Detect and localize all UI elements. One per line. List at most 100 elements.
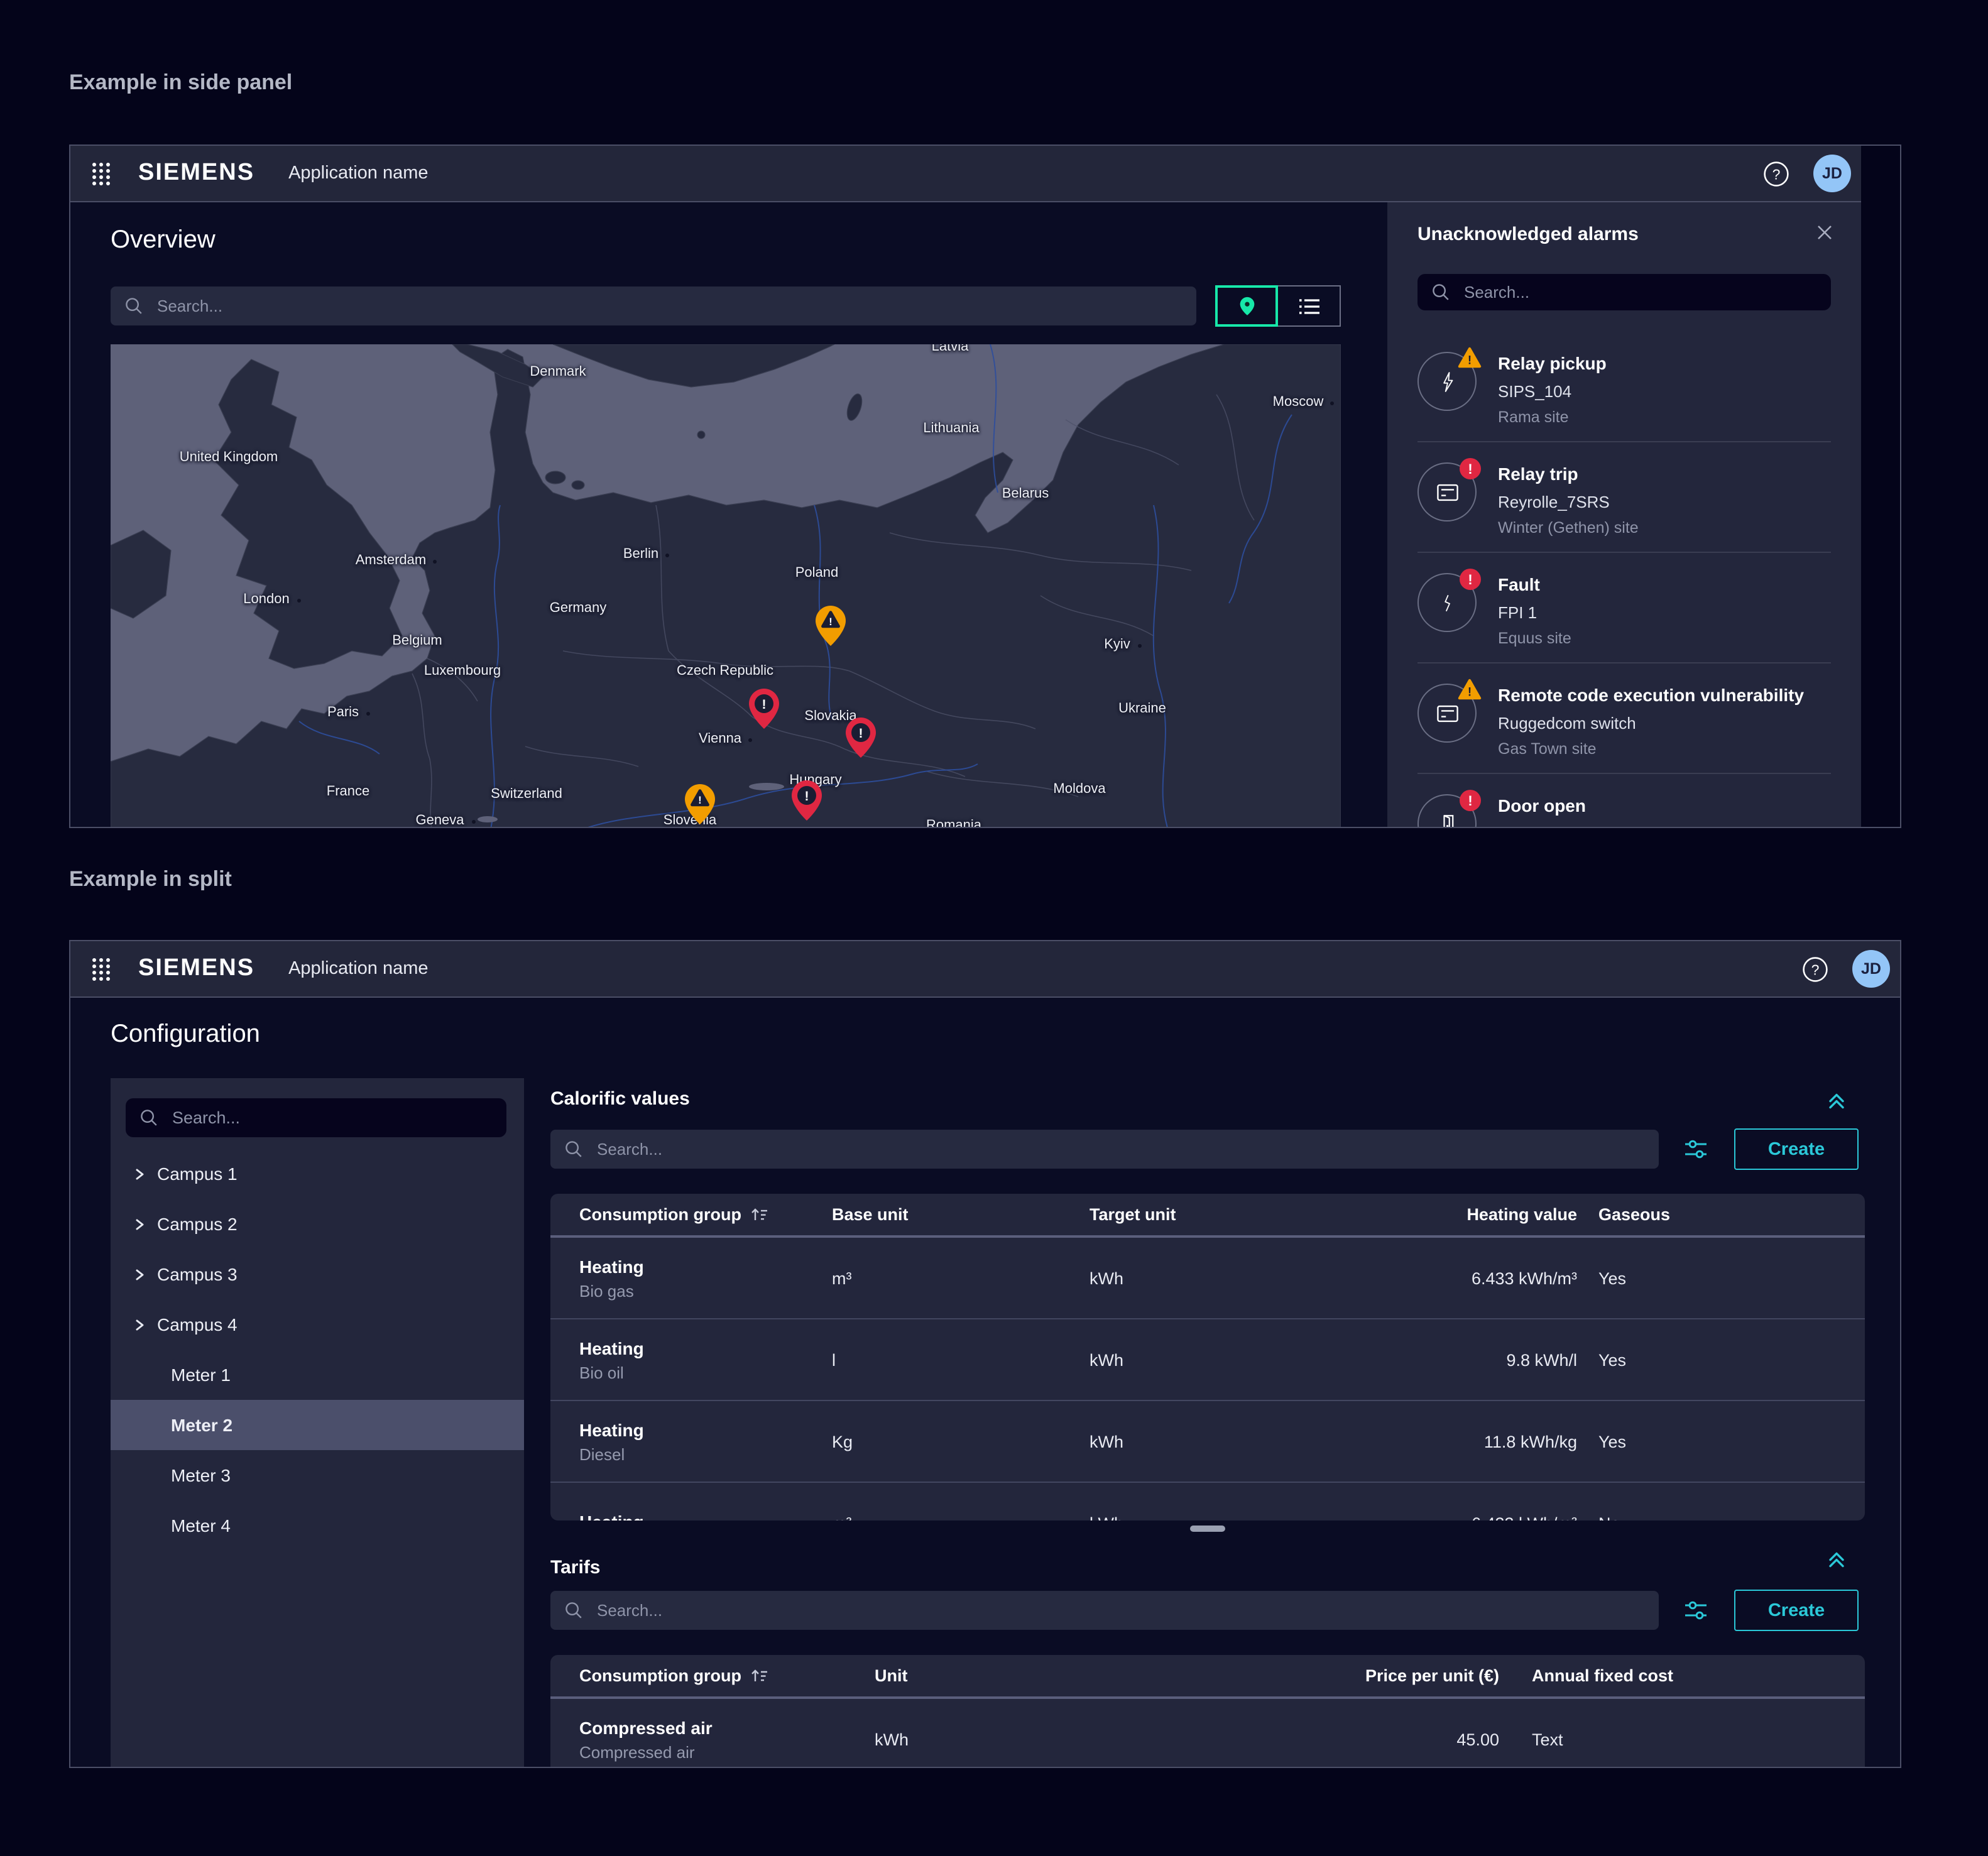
- tree-search[interactable]: [126, 1098, 506, 1137]
- create-tarif-button[interactable]: Create: [1734, 1590, 1859, 1631]
- app-header: SIEMENS Application name ? JD: [70, 941, 1900, 998]
- city-dot: [748, 738, 752, 742]
- scrollbar-gutter[interactable]: [1860, 146, 1900, 827]
- svg-text:!: !: [1468, 572, 1472, 587]
- calorific-search[interactable]: [550, 1130, 1659, 1169]
- alarm-item-door-open[interactable]: ! Door open FPI 1: [1417, 774, 1831, 827]
- cell-type: Compressed air: [579, 1741, 875, 1762]
- collapse-section-icon[interactable]: [1827, 1092, 1847, 1111]
- tree-item-campus-2[interactable]: Campus 2: [111, 1199, 524, 1249]
- column-consumption-group[interactable]: Consumption group: [579, 1205, 832, 1224]
- calorific-search-input[interactable]: [594, 1138, 1659, 1160]
- tarifs-search-input[interactable]: [594, 1600, 1659, 1621]
- overview-search[interactable]: [111, 287, 1196, 325]
- cell-group: Heating: [579, 1418, 832, 1441]
- column-unit[interactable]: Unit: [875, 1666, 1176, 1685]
- scrollbar-thumb[interactable]: [1190, 1526, 1225, 1532]
- chevron-right-icon[interactable]: [133, 1167, 146, 1181]
- alarm-title: Fault: [1498, 573, 1571, 596]
- help-icon[interactable]: ?: [1802, 956, 1828, 983]
- close-icon[interactable]: [1816, 224, 1833, 248]
- alarm-title: Relay pickup: [1498, 352, 1607, 374]
- city-dot: [471, 820, 475, 824]
- svg-text:!: !: [1468, 461, 1472, 477]
- critical-badge-icon: !: [1459, 457, 1482, 486]
- list-view-button[interactable]: [1278, 285, 1341, 327]
- avatar[interactable]: JD: [1813, 155, 1851, 192]
- overview-search-input[interactable]: [155, 295, 1196, 317]
- map-pin-critical[interactable]: !: [748, 687, 780, 730]
- chevron-right-icon[interactable]: [133, 1318, 146, 1331]
- cell-target-unit: kWh: [1090, 1432, 1416, 1451]
- configuration-content: Configuration Campus 1 Campus 2: [70, 998, 1900, 1767]
- cell-gaseous: No: [1577, 1514, 1865, 1520]
- column-base-unit[interactable]: Base unit: [832, 1205, 1090, 1224]
- create-calorific-button[interactable]: Create: [1734, 1128, 1859, 1170]
- chevron-right-icon[interactable]: [133, 1217, 146, 1231]
- city-dot: [433, 560, 437, 564]
- tree-item-campus-4[interactable]: Campus 4: [111, 1299, 524, 1350]
- sort-ascending-icon[interactable]: [750, 1206, 769, 1223]
- tree-item-campus-3[interactable]: Campus 3: [111, 1249, 524, 1299]
- help-icon[interactable]: ?: [1763, 161, 1789, 187]
- tree-item-meter-3[interactable]: Meter 3: [111, 1450, 524, 1500]
- column-annual-fixed-cost[interactable]: Annual fixed cost: [1499, 1666, 1865, 1685]
- tarifs-search[interactable]: [550, 1591, 1659, 1630]
- avatar[interactable]: JD: [1852, 950, 1890, 988]
- column-gaseous[interactable]: Gaseous: [1577, 1205, 1865, 1224]
- alarms-search[interactable]: [1417, 274, 1831, 310]
- alarm-device: FPI 1: [1498, 823, 1586, 827]
- filter-icon[interactable]: [1681, 1135, 1710, 1164]
- alarm-item-relay-pickup[interactable]: ! Relay pickup SIPS_104 Rama site: [1417, 332, 1831, 442]
- map-pin-critical[interactable]: !: [844, 716, 877, 759]
- alarms-search-input[interactable]: [1461, 281, 1831, 303]
- alarm-item-relay-trip[interactable]: ! Relay trip Reyrolle_7SRS Winter (Gethe…: [1417, 442, 1831, 553]
- alarm-item-fault[interactable]: ! Fault FPI 1 Equus site: [1417, 553, 1831, 663]
- application-name: Application name: [288, 163, 429, 183]
- overview-content: Overview: [70, 202, 1861, 827]
- column-consumption-group[interactable]: Consumption group: [579, 1666, 875, 1685]
- column-price-per-unit[interactable]: Price per unit (€): [1176, 1666, 1499, 1685]
- chevron-right-icon[interactable]: [133, 1267, 146, 1281]
- filter-icon[interactable]: [1681, 1596, 1710, 1625]
- tree-item-campus-1[interactable]: Campus 1: [111, 1149, 524, 1199]
- tree-item-label: Meter 1: [171, 1365, 231, 1385]
- map-pin-warning[interactable]: !: [814, 604, 847, 647]
- cell-base-unit: m³: [832, 1514, 1090, 1520]
- alarm-device: FPI 1: [1498, 602, 1571, 623]
- tree-item-meter-1[interactable]: Meter 1: [111, 1350, 524, 1400]
- table-row[interactable]: Compressed airCompressed air kWh 45.00 T…: [550, 1699, 1865, 1767]
- asset-tree-sidebar: Campus 1 Campus 2 Campus 3 Campus 4: [111, 1078, 524, 1767]
- tree-item-meter-4[interactable]: Meter 4: [111, 1500, 524, 1551]
- table-row[interactable]: HeatingDiesel Kg kWh 11.8 kWh/kg Yes: [550, 1401, 1865, 1483]
- svg-text:!: !: [859, 726, 863, 741]
- column-heating-value[interactable]: Heating value: [1416, 1205, 1577, 1224]
- critical-badge-icon: !: [1459, 789, 1482, 818]
- overview-window: SIEMENS Application name ? JD Overview: [69, 145, 1901, 828]
- cell-unit: kWh: [875, 1730, 1176, 1749]
- map-pin-critical[interactable]: !: [790, 779, 823, 822]
- cell-type: Bio gas: [579, 1280, 832, 1301]
- cell-target-unit: kWh: [1090, 1269, 1416, 1287]
- collapse-section-icon[interactable]: [1827, 1551, 1847, 1569]
- page-title: Overview: [111, 202, 1341, 255]
- search-icon: [564, 1601, 583, 1620]
- cell-target-unit: kWh: [1090, 1514, 1416, 1520]
- alarm-item-remote-code[interactable]: ! Remote code execution vulnerability Ru…: [1417, 663, 1831, 774]
- app-switcher-icon[interactable]: [92, 957, 111, 981]
- tree-item-meter-2-selected[interactable]: Meter 2: [111, 1400, 524, 1450]
- europe-map[interactable]: LatviaDenmarkMoscowLithuaniaUnited Kingd…: [111, 344, 1341, 827]
- cell-heating-value: 6.433 kWh/m³: [1416, 1514, 1577, 1520]
- svg-text:!: !: [829, 616, 833, 628]
- map-view-button[interactable]: [1215, 285, 1278, 327]
- column-target-unit[interactable]: Target unit: [1090, 1205, 1416, 1224]
- table-row[interactable]: Heating m³ kWh 6.433 kWh/m³ No: [550, 1483, 1865, 1520]
- list-icon: [1296, 296, 1321, 316]
- table-row[interactable]: HeatingBio gas m³ kWh 6.433 kWh/m³ Yes: [550, 1238, 1865, 1319]
- table-row[interactable]: HeatingBio oil l kWh 9.8 kWh/l Yes: [550, 1319, 1865, 1401]
- svg-text:!: !: [1468, 686, 1472, 699]
- map-pin-warning[interactable]: !: [684, 783, 716, 826]
- app-switcher-icon[interactable]: [92, 161, 111, 185]
- tree-search-input[interactable]: [170, 1107, 506, 1128]
- sort-ascending-icon[interactable]: [750, 1668, 769, 1684]
